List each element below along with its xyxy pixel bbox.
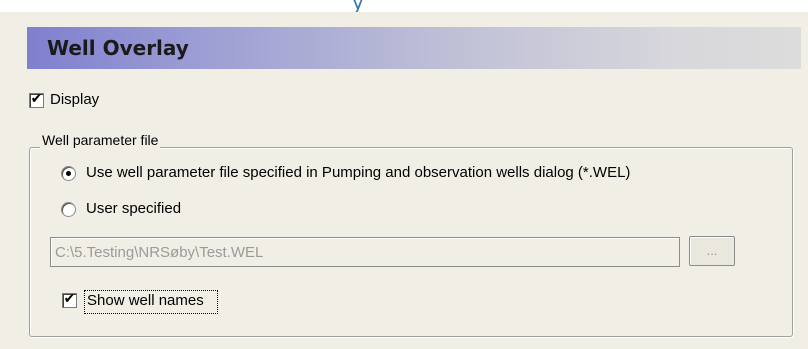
user-specified-label: User specified bbox=[86, 200, 182, 217]
radio-dot-icon bbox=[66, 171, 71, 176]
display-label: Display bbox=[50, 91, 100, 108]
checkmark-icon: ✔ bbox=[63, 291, 76, 307]
display-checkbox[interactable]: ✔ bbox=[29, 91, 44, 108]
page-title: Well Overlay bbox=[47, 36, 189, 60]
header-bar: Well Overlay bbox=[27, 27, 801, 69]
show-well-names-label: Show well names bbox=[87, 292, 204, 309]
show-well-names-checkbox[interactable]: ✔ bbox=[62, 291, 77, 308]
user-specified-radio[interactable] bbox=[61, 202, 76, 217]
checkmark-icon: ✔ bbox=[30, 91, 43, 107]
well-file-path-input[interactable] bbox=[55, 242, 655, 262]
use-wel-file-label: Use well parameter file specified in Pum… bbox=[86, 164, 631, 181]
use-wel-file-radio[interactable] bbox=[61, 166, 76, 181]
top-strip: y bbox=[0, 0, 808, 14]
well-file-path-field[interactable] bbox=[50, 237, 680, 267]
browse-button[interactable]: ... bbox=[689, 236, 735, 266]
well-parameter-file-legend: Well parameter file bbox=[40, 131, 161, 149]
